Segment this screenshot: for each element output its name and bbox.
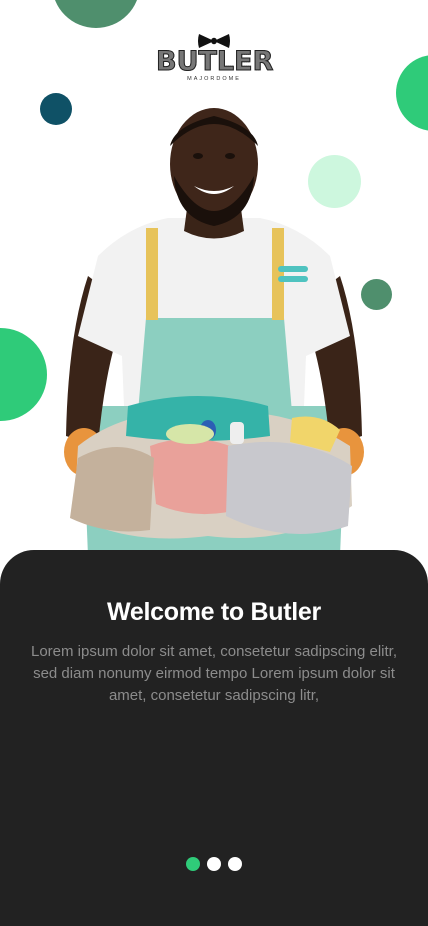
decor-circle — [0, 328, 47, 421]
decor-circle — [52, 0, 140, 28]
hero-illustration — [64, 108, 364, 556]
brand-tagline: MAJORDOME — [187, 76, 241, 82]
page-dot-3[interactable] — [228, 857, 242, 871]
page-dot-2[interactable] — [207, 857, 221, 871]
decor-circle — [396, 55, 428, 131]
page-dot-1[interactable] — [186, 857, 200, 871]
brand-name: BUTLER — [156, 46, 274, 77]
onboarding-screen: BUTLER MAJORDOME Welcome to Butler Lorem… — [0, 0, 428, 926]
page-indicator — [0, 857, 428, 871]
onboarding-card: Welcome to Butler Lorem ipsum dolor sit … — [0, 550, 428, 926]
onboarding-description: Lorem ipsum dolor sit amet, consetetur s… — [31, 643, 397, 704]
onboarding-title: Welcome to Butler — [107, 598, 321, 626]
brand-logo: BUTLER MAJORDOME — [156, 32, 274, 94]
